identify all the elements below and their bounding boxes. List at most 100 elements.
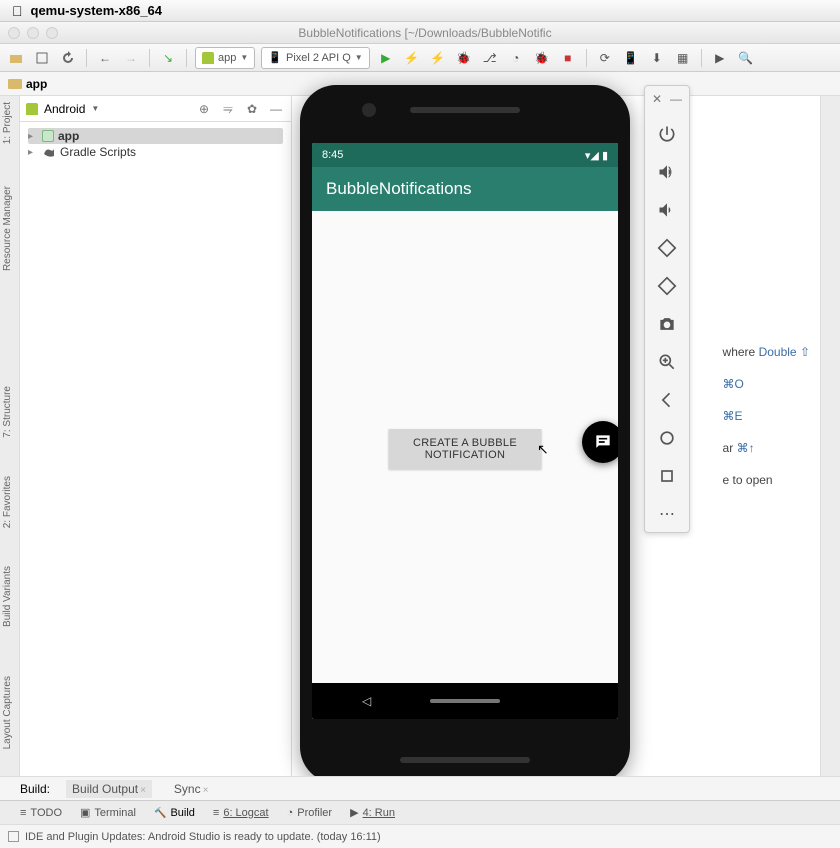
window-title: BubbleNotifications [~/Downloads/BubbleN… — [18, 26, 832, 40]
logcat-tab[interactable]: ≡ 6: Logcat — [213, 807, 269, 819]
breadcrumb-root[interactable]: app — [26, 77, 47, 91]
run-tab[interactable]: ▶ 4: Run — [350, 806, 395, 819]
status-icons: ▾◢ ▮ — [585, 149, 608, 162]
emulator-close-icon[interactable]: ✕ — [652, 92, 662, 106]
tree-node-gradle-label: Gradle Scripts — [60, 145, 136, 159]
android-statusbar: 8:45 ▾◢ ▮ — [312, 143, 618, 167]
hint-text: where — [723, 345, 759, 359]
tool-structure-tab[interactable]: 7: Structure — [2, 386, 13, 438]
camera-icon[interactable] — [655, 312, 679, 336]
build-output-tab[interactable]: Build Output× — [66, 780, 152, 798]
hide-panel-icon[interactable]: — — [267, 102, 285, 116]
terminal-tab[interactable]: ▣ Terminal — [80, 806, 136, 819]
app-body: CREATE A BUBBLE NOTIFICATION ↖ — [312, 211, 618, 719]
avd-manager-icon[interactable]: 📱 — [621, 48, 641, 68]
tree-node-app[interactable]: app — [28, 128, 283, 144]
android-navbar[interactable]: ◁ — [312, 683, 618, 719]
mac-menubar:  qemu-system-x86_64 — [0, 0, 840, 22]
build-label: Build: — [20, 782, 50, 796]
todo-tab[interactable]: ≡ TODO — [20, 807, 62, 819]
phone-screen[interactable]: 8:45 ▾◢ ▮ BubbleNotifications CREATE A B… — [312, 143, 618, 719]
tool-variants-tab[interactable]: Build Variants — [2, 566, 13, 627]
speaker-icon — [410, 107, 520, 113]
phone-frame: 8:45 ▾◢ ▮ BubbleNotifications CREATE A B… — [300, 85, 630, 783]
home-icon[interactable] — [655, 426, 679, 450]
layout-inspector-icon[interactable]: ▦ — [673, 48, 693, 68]
more-icon[interactable]: ⋯ — [655, 502, 679, 526]
android-icon — [26, 103, 38, 115]
build-tab[interactable]: Build — [154, 807, 195, 819]
refresh-icon[interactable] — [58, 48, 78, 68]
process-name: qemu-system-x86_64 — [31, 3, 163, 18]
hint-shortcut: Double ⇧ — [759, 345, 810, 359]
hint-shortcut: ⌘O — [723, 368, 810, 400]
overview-icon[interactable] — [655, 464, 679, 488]
settings-icon[interactable]: ✿ — [243, 102, 261, 116]
run-icon[interactable]: ▶ — [376, 48, 396, 68]
speaker-icon — [400, 757, 530, 763]
nav-back-icon[interactable]: ◁ — [362, 694, 371, 708]
project-panel: Android ▼ ⊕ ⥭ ✿ — app Gradle Scripts — [20, 96, 292, 796]
camera-icon — [362, 103, 376, 117]
sdk-manager-icon[interactable]: ⬇ — [647, 48, 667, 68]
coverage-icon[interactable]: ⎇ — [480, 48, 500, 68]
nav-fwd-icon[interactable]: → — [121, 48, 141, 68]
build-hammer-icon[interactable]: ↘ — [158, 48, 178, 68]
tree-node-app-label: app — [58, 129, 79, 143]
chat-bubble-fab[interactable] — [582, 421, 618, 463]
tree-node-gradle[interactable]: Gradle Scripts — [28, 144, 283, 160]
hint-text: ar — [723, 441, 737, 455]
locate-icon[interactable]: ⊕ — [195, 102, 213, 116]
save-icon[interactable] — [32, 48, 52, 68]
emulator-minimize-icon[interactable]: — — [670, 92, 682, 106]
debug-icon[interactable]: 🐞 — [454, 48, 474, 68]
profiler-tab[interactable]: ◔ Profiler — [287, 807, 333, 819]
left-gutter: 1: Project Resource Manager 7: Structure… — [0, 96, 20, 796]
nav-home-pill[interactable] — [430, 699, 500, 703]
status-time: 8:45 — [322, 149, 343, 161]
tool-captures-tab[interactable]: Layout Captures — [2, 676, 13, 749]
nav-back-icon[interactable]: ← — [95, 48, 115, 68]
bottom-tool-tabs: ≡ TODO ▣ Terminal Build ≡ 6: Logcat ◔ Pr… — [0, 800, 840, 824]
tool-resmgr-tab[interactable]: Resource Manager — [2, 186, 13, 271]
tool-project-tab[interactable]: 1: Project — [2, 102, 13, 144]
apple-icon:  — [12, 3, 23, 19]
close-icon[interactable]: × — [203, 785, 209, 796]
search-everywhere-icon[interactable]: 🔍 — [736, 48, 756, 68]
emulator-toolbar: ✕ — ⋯ — [644, 85, 690, 533]
rotate-left-icon[interactable] — [655, 236, 679, 260]
zoom-in-icon[interactable] — [655, 350, 679, 374]
device-combo[interactable]: 📱 Pixel 2 API Q ▼ — [261, 47, 369, 69]
power-icon[interactable] — [655, 122, 679, 146]
open-file-icon[interactable] — [6, 48, 26, 68]
hint-shortcut: ⌘E — [723, 400, 810, 432]
status-checkbox-icon[interactable] — [8, 831, 19, 842]
android-icon — [202, 52, 214, 64]
build-tool-window-tabs: Build: Build Output× Sync× — [0, 776, 840, 800]
sync-gradle-icon[interactable]: ⟳ — [595, 48, 615, 68]
rotate-right-icon[interactable] — [655, 274, 679, 298]
volume-down-icon[interactable] — [655, 198, 679, 222]
sync-tab[interactable]: Sync× — [168, 780, 215, 798]
apply-changes-icon[interactable]: ⚡ — [402, 48, 422, 68]
profile-icon[interactable]: ◔ — [506, 48, 526, 68]
window-chrome: BubbleNotifications [~/Downloads/BubbleN… — [0, 22, 840, 44]
back-icon[interactable] — [655, 388, 679, 412]
attach-debugger-icon[interactable]: 🐞 — [532, 48, 552, 68]
create-bubble-button[interactable]: CREATE A BUBBLE NOTIFICATION — [389, 429, 542, 469]
folder-icon — [8, 79, 22, 89]
tool-favorites-tab[interactable]: 2: Favorites — [2, 476, 13, 528]
run-config-label: app — [218, 52, 236, 64]
hint-shortcut: ⌘↑ — [737, 441, 755, 455]
run-config-combo[interactable]: app ▼ — [195, 47, 255, 69]
module-icon — [42, 130, 54, 142]
stop-icon[interactable]: ■ — [558, 48, 578, 68]
apply-code-icon[interactable]: ⚡ — [428, 48, 448, 68]
project-mode-label[interactable]: Android — [44, 102, 85, 116]
project-tree: app Gradle Scripts — [20, 122, 291, 166]
expand-icon[interactable]: ⥭ — [219, 101, 237, 116]
volume-up-icon[interactable] — [655, 160, 679, 184]
close-icon[interactable]: × — [140, 785, 146, 796]
run-anything-icon[interactable]: ▶ — [710, 48, 730, 68]
editor-hints: where Double ⇧ ⌘O ⌘E ar ⌘↑ e to open — [723, 336, 810, 496]
